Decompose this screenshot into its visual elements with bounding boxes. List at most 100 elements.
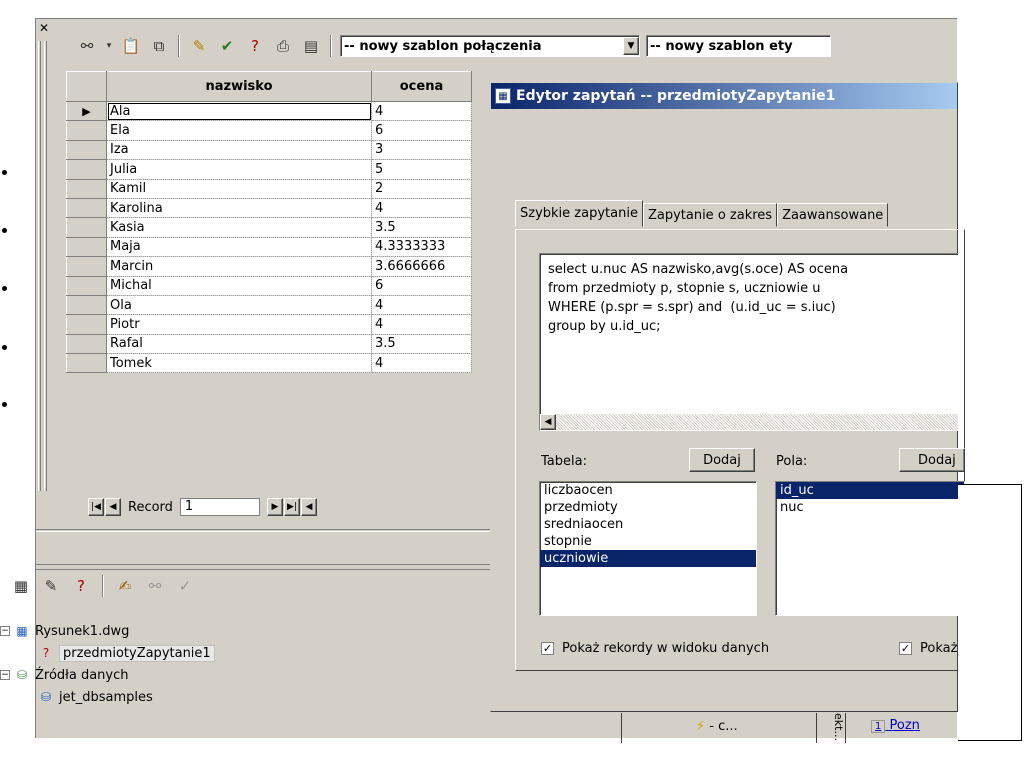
- row-selector[interactable]: [66, 314, 107, 335]
- row-selector[interactable]: [66, 236, 107, 258]
- row-selector[interactable]: [66, 333, 107, 355]
- cell-ocena[interactable]: 4: [371, 100, 472, 122]
- row-selector[interactable]: [66, 139, 107, 161]
- link-template-icon[interactable]: ⚯: [144, 575, 166, 597]
- tab-advanced[interactable]: Zaawansowane: [777, 203, 889, 227]
- table-icon[interactable]: ▦: [10, 575, 32, 597]
- cell-nazwisko[interactable]: Ala: [106, 100, 372, 122]
- close-icon[interactable]: ✕: [36, 21, 52, 35]
- column-header-ocena[interactable]: ocena: [371, 71, 472, 102]
- cell-nazwisko[interactable]: Rafal: [106, 333, 372, 355]
- cell-nazwisko[interactable]: Michal: [106, 275, 372, 296]
- help-icon[interactable]: ?: [244, 35, 266, 57]
- cell-nazwisko[interactable]: Kasia: [106, 217, 372, 238]
- table-row[interactable]: Ela 6: [66, 120, 472, 141]
- show-records-option[interactable]: ✓ Pokaż rekordy w widoku danych: [541, 641, 769, 656]
- first-record-icon[interactable]: |◀: [88, 498, 104, 516]
- scroll-left-icon[interactable]: ◀: [540, 414, 556, 430]
- row-selector[interactable]: [66, 256, 107, 277]
- list-item[interactable]: nuc: [776, 499, 964, 516]
- list-item[interactable]: przedmioty: [540, 499, 756, 516]
- cell-ocena[interactable]: 3.6666666: [371, 256, 472, 277]
- cell-ocena[interactable]: 3.5: [371, 333, 472, 355]
- tree-expander-icon[interactable]: −: [0, 626, 10, 636]
- cell-ocena[interactable]: 6: [371, 120, 472, 141]
- show-records-checkbox[interactable]: ✓: [541, 642, 554, 655]
- cell-nazwisko[interactable]: Maja: [106, 236, 372, 258]
- list-item[interactable]: uczniowie: [540, 550, 756, 567]
- cell-ocena[interactable]: 2: [371, 178, 472, 199]
- cell-nazwisko[interactable]: Ola: [106, 294, 372, 316]
- table-row[interactable]: Michal 6: [66, 275, 472, 296]
- cell-nazwisko[interactable]: Ela: [106, 120, 372, 141]
- table-row[interactable]: Rafal 3.5: [66, 333, 472, 355]
- list-item[interactable]: stopnie: [540, 533, 756, 550]
- paste-icon[interactable]: 📋: [120, 35, 142, 57]
- label-template-combo[interactable]: -- nowy szablon ety: [646, 35, 831, 57]
- table-row[interactable]: Iza 3: [66, 139, 472, 161]
- splitter[interactable]: [36, 564, 496, 570]
- record-number-field[interactable]: 1: [179, 498, 260, 516]
- cell-ocena[interactable]: 3: [371, 139, 472, 161]
- tables-listbox[interactable]: liczbaocen przedmioty sredniaocen stopnie uc…: [539, 481, 757, 616]
- add-field-button[interactable]: Dodaj: [899, 448, 965, 472]
- prev-record-icon[interactable]: ◀: [105, 498, 121, 516]
- show-checkbox-2[interactable]: ✓: [899, 642, 912, 655]
- dialog-titlebar[interactable]: ▦ Edytor zapytań -- przedmiotyZapytanie1: [491, 83, 957, 109]
- table-row[interactable]: Kasia 3.5: [66, 217, 472, 238]
- cell-nazwisko[interactable]: Piotr: [106, 314, 372, 335]
- table-row[interactable]: Karolina 4: [66, 197, 472, 219]
- row-selector[interactable]: [66, 197, 107, 219]
- cell-ocena[interactable]: 4: [371, 314, 472, 335]
- print-icon[interactable]: ⎙: [272, 35, 294, 57]
- sql-text[interactable]: select u.nuc AS nazwisko,avg(s.oce) AS o…: [540, 254, 958, 342]
- link-icon[interactable]: ⚯: [76, 35, 98, 57]
- panel-grip-2[interactable]: [44, 41, 47, 491]
- cell-nazwisko[interactable]: Kamil: [106, 178, 372, 199]
- table-row[interactable]: Ola 4: [66, 294, 472, 316]
- table-row[interactable]: Julia 5: [66, 159, 472, 180]
- cell-nazwisko[interactable]: Iza: [106, 139, 372, 161]
- show-option-2[interactable]: ✓ Pokaż: [899, 641, 957, 656]
- row-selector[interactable]: [66, 178, 107, 199]
- fields-listbox[interactable]: id_uc nuc: [775, 481, 965, 616]
- bottom-tab[interactable]: ekt...: [816, 713, 846, 743]
- row-selector[interactable]: [66, 120, 107, 141]
- bottom-link[interactable]: 1 Pozn: [871, 718, 920, 733]
- row-selector[interactable]: [66, 217, 107, 238]
- list-item[interactable]: id_uc: [776, 482, 964, 499]
- view-icon[interactable]: ▤: [300, 35, 322, 57]
- cell-ocena[interactable]: 4: [371, 294, 472, 316]
- row-selector-header[interactable]: [66, 71, 107, 102]
- row-selector[interactable]: [66, 353, 107, 374]
- table-row[interactable]: Tomek 4: [66, 353, 472, 374]
- edit-query-icon[interactable]: ✎: [188, 35, 210, 57]
- table-row[interactable]: ▶ Ala 4: [66, 100, 472, 122]
- next-record-icon[interactable]: ▶: [266, 498, 283, 516]
- cell-ocena[interactable]: 4: [371, 353, 472, 374]
- list-item[interactable]: sredniaocen: [540, 516, 756, 533]
- row-selector[interactable]: ▶: [66, 100, 107, 122]
- table-row[interactable]: Piotr 4: [66, 314, 472, 335]
- list-item[interactable]: liczbaocen: [540, 482, 756, 499]
- tab-range-query[interactable]: Zapytanie o zakres: [642, 203, 778, 227]
- run-query-icon[interactable]: ✔: [216, 35, 238, 57]
- table-row[interactable]: Kamil 2: [66, 178, 472, 199]
- cell-ocena[interactable]: 5: [371, 159, 472, 180]
- chevron-down-icon[interactable]: ▼: [623, 37, 639, 55]
- edit-table-icon[interactable]: ✎: [40, 575, 62, 597]
- tab-quick-query[interactable]: Szybkie zapytanie: [515, 200, 643, 227]
- cell-ocena[interactable]: 3.5: [371, 217, 472, 238]
- last-record-icon[interactable]: ▶|: [283, 498, 300, 516]
- cell-ocena[interactable]: 6: [371, 275, 472, 296]
- new-query-icon[interactable]: ✍: [114, 575, 136, 597]
- panel-grip[interactable]: [38, 41, 41, 491]
- cell-nazwisko[interactable]: Julia: [106, 159, 372, 180]
- query-icon[interactable]: ?: [70, 575, 92, 597]
- cell-ocena[interactable]: 4: [371, 197, 472, 219]
- sql-horizontal-scrollbar[interactable]: ◀: [540, 414, 958, 430]
- cell-nazwisko[interactable]: Karolina: [106, 197, 372, 219]
- label-template-icon[interactable]: ✓: [174, 575, 196, 597]
- cell-ocena[interactable]: 4.3333333: [371, 236, 472, 258]
- sql-editor[interactable]: select u.nuc AS nazwisko,avg(s.oce) AS o…: [539, 253, 959, 431]
